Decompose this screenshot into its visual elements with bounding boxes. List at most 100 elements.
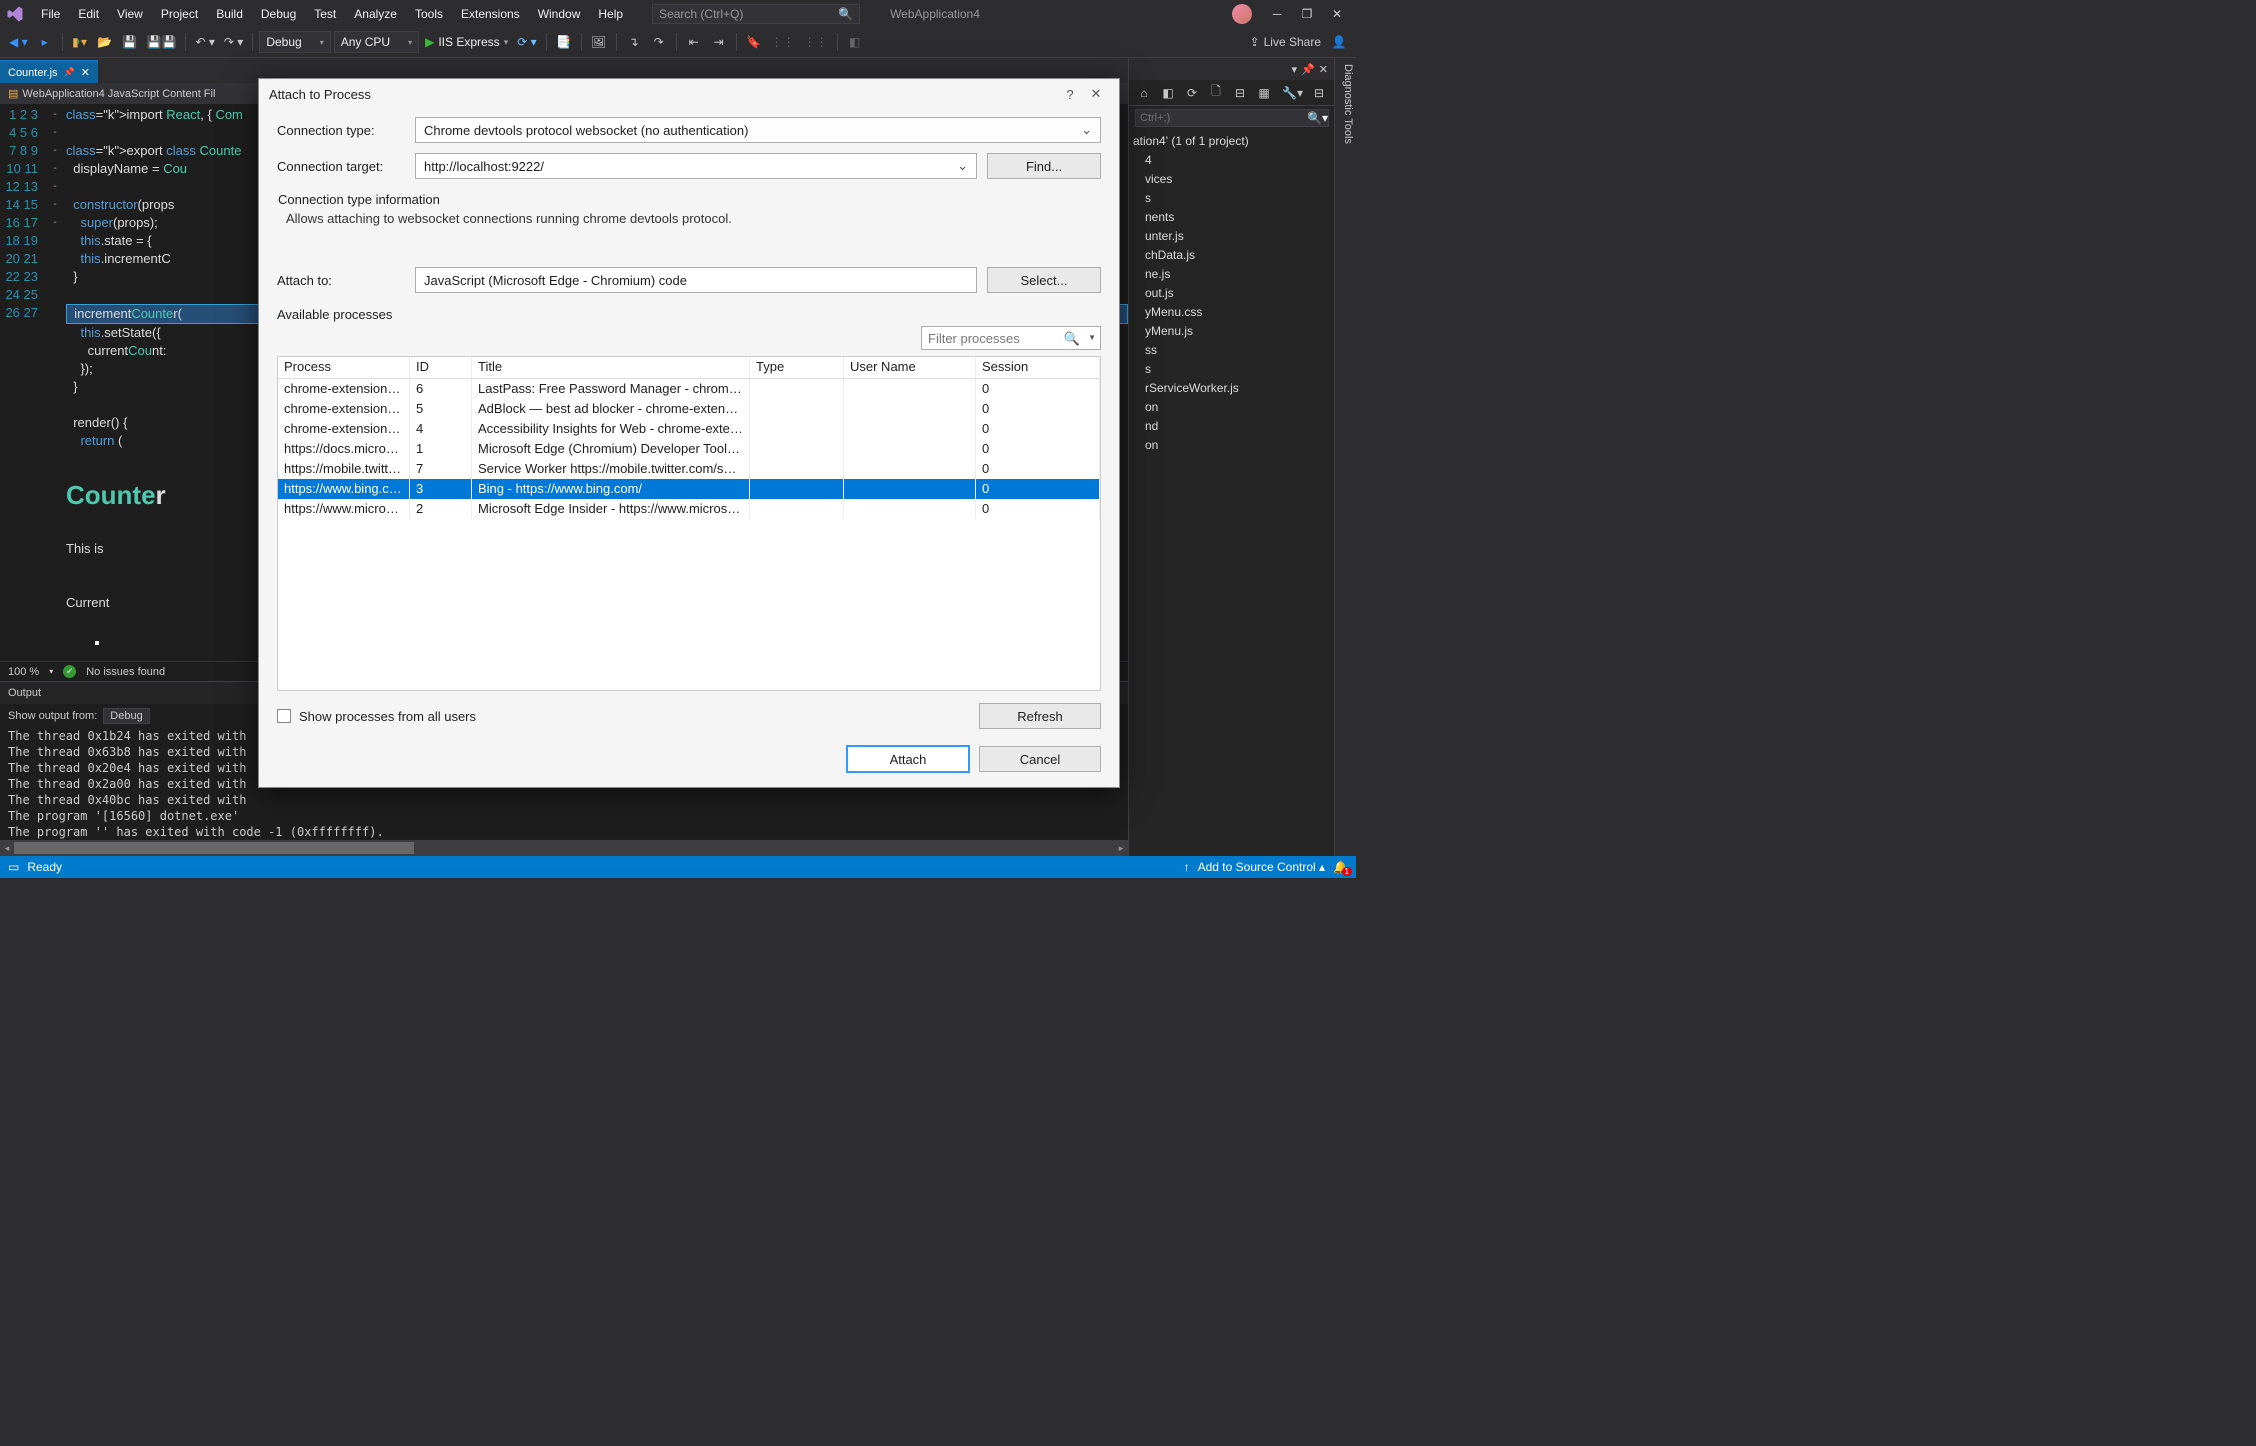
file-icon: ▤ [8, 87, 18, 100]
connection-target-input[interactable]: http://localhost:9222/ [415, 153, 977, 179]
pin-icon[interactable]: 📌 [64, 67, 75, 78]
nav-forward-button[interactable]: ▸ [34, 31, 56, 53]
se-tool-2[interactable]: 🗋 [1205, 82, 1227, 104]
col-session[interactable]: Session [976, 357, 1100, 378]
redo-button[interactable]: ↷ ▾ [221, 31, 246, 53]
start-debug-button[interactable]: ▶ IIS Express ▾ [422, 31, 511, 53]
save-all-button[interactable]: 💾💾 [144, 31, 180, 53]
status-bar: ▭ Ready ↑ Add to Source Control ▴ 🔔1 [0, 856, 1356, 878]
source-control-button[interactable]: Add to Source Control ▴ [1198, 860, 1325, 874]
save-button[interactable]: 💾 [119, 31, 141, 53]
comment-button[interactable]: ⋮⋮ [768, 31, 798, 53]
solution-explorer-toolbar: ⌂ ◧ ⟳ 🗋 ⊟ ▦ 🔧▾ ⊟ [1129, 80, 1334, 106]
connection-type-combo[interactable]: Chrome devtools protocol websocket (no a… [415, 117, 1101, 143]
se-showfiles-button[interactable]: ▦ [1253, 82, 1275, 104]
menu-extensions[interactable]: Extensions [452, 3, 529, 25]
toggle-button[interactable]: ◧ [844, 31, 866, 53]
cancel-button[interactable]: Cancel [979, 746, 1101, 772]
nav-back-button[interactable]: ◀ ▾ [6, 31, 31, 53]
zoom-level[interactable]: 100 % [8, 666, 39, 678]
filter-processes-input[interactable]: Filter processes 🔍 ▼ [921, 326, 1101, 350]
open-file-button[interactable]: 📂 [94, 31, 116, 53]
menu-test[interactable]: Test [305, 3, 345, 25]
live-share-button[interactable]: ⇪ Live Share [1247, 31, 1324, 53]
process-row[interactable]: chrome-extension://...6LastPass: Free Pa… [278, 379, 1100, 399]
se-dropdown-icon[interactable]: ▾ [1292, 63, 1298, 76]
uncomment-button[interactable]: ⋮⋮ [801, 31, 831, 53]
horizontal-scrollbar[interactable]: ◂ ▸ [0, 840, 1128, 856]
filter-dropdown-icon[interactable]: ▼ [1088, 333, 1096, 342]
bookmark-button[interactable]: 🔖 [743, 31, 765, 53]
attach-button[interactable]: Attach [847, 746, 969, 772]
col-type[interactable]: Type [750, 357, 844, 378]
tab-counter-js[interactable]: Counter.js 📌 ✕ [0, 60, 98, 83]
menu-view[interactable]: View [108, 3, 152, 25]
se-tool-1[interactable]: ◧ [1157, 82, 1179, 104]
script-debug-button[interactable]: 🖼 [588, 31, 610, 53]
process-row[interactable]: chrome-extension://...5AdBlock — best ad… [278, 399, 1100, 419]
quick-launch-search[interactable]: Search (Ctrl+Q) 🔍 [652, 4, 860, 24]
window-maximize-button[interactable]: ❐ [1292, 3, 1322, 25]
attach-to-process-dialog: Attach to Process ? ✕ Connection type: C… [258, 78, 1120, 788]
find-button[interactable]: Find... [987, 153, 1101, 179]
scroll-left-icon[interactable]: ◂ [0, 840, 14, 856]
se-pin-icon[interactable]: 📌 [1301, 63, 1315, 76]
process-row[interactable]: https://www.bing.co...3Bing - https://ww… [278, 479, 1100, 499]
process-row[interactable]: https://docs.microso...1Microsoft Edge (… [278, 439, 1100, 459]
notifications-button[interactable]: 🔔1 [1333, 860, 1348, 874]
solution-search-input[interactable] [1135, 109, 1329, 127]
process-row[interactable]: chrome-extension://...4Accessibility Ins… [278, 419, 1100, 439]
se-collapse-button[interactable]: ⊟ [1229, 82, 1251, 104]
scroll-right-icon[interactable]: ▸ [1114, 840, 1128, 856]
se-close-icon[interactable]: ✕ [1319, 63, 1328, 76]
col-process[interactable]: Process [278, 357, 410, 378]
search-placeholder: Search (Ctrl+Q) [659, 7, 743, 21]
platform-combo[interactable]: Any CPU [334, 31, 419, 53]
step-into-button[interactable]: ↴ [623, 31, 645, 53]
show-all-users-checkbox[interactable] [277, 709, 291, 723]
menu-window[interactable]: Window [529, 3, 590, 25]
user-avatar[interactable] [1232, 4, 1252, 24]
publish-icon[interactable]: ↑ [1184, 860, 1190, 874]
menu-debug[interactable]: Debug [252, 3, 305, 25]
undo-button[interactable]: ↶ ▾ [192, 31, 217, 53]
close-tab-icon[interactable]: ✕ [81, 66, 90, 79]
menu-analyze[interactable]: Analyze [345, 3, 406, 25]
menu-help[interactable]: Help [589, 3, 632, 25]
col-id[interactable]: ID [410, 357, 472, 378]
browser-link-button[interactable]: 📑 [553, 31, 575, 53]
new-project-button[interactable]: ▮+ ▾ [69, 31, 91, 53]
se-refresh-button[interactable]: ⟳ [1181, 82, 1203, 104]
se-preview-button[interactable]: ⊟ [1308, 82, 1330, 104]
window-minimize-button[interactable]: ─ [1262, 3, 1292, 25]
help-button[interactable]: ? [1057, 87, 1083, 102]
col-username[interactable]: User Name [844, 357, 976, 378]
menu-build[interactable]: Build [207, 3, 252, 25]
diagnostic-tools-tab[interactable]: Diagnostic Tools [1334, 58, 1356, 856]
window-close-button[interactable]: ✕ [1322, 3, 1352, 25]
indent-less-button[interactable]: ⇤ [683, 31, 705, 53]
process-grid[interactable]: Process ID Title Type User Name Session … [277, 356, 1101, 691]
search-icon[interactable]: 🔍▾ [1307, 111, 1328, 125]
refresh-button[interactable]: Refresh [979, 703, 1101, 729]
indent-more-button[interactable]: ⇥ [708, 31, 730, 53]
process-row[interactable]: https://mobile.twitter...7Service Worker… [278, 459, 1100, 479]
scroll-thumb[interactable] [14, 842, 414, 854]
menu-file[interactable]: File [32, 3, 69, 25]
browser-refresh-button[interactable]: ⟳ ▾ [514, 31, 539, 53]
step-over-button[interactable]: ↷ [648, 31, 670, 53]
menu-edit[interactable]: Edit [69, 3, 108, 25]
configuration-combo[interactable]: Debug [259, 31, 330, 53]
select-button[interactable]: Select... [987, 267, 1101, 293]
se-home-button[interactable]: ⌂ [1133, 82, 1155, 104]
dialog-close-button[interactable]: ✕ [1083, 86, 1109, 102]
col-title[interactable]: Title [472, 357, 750, 378]
process-row[interactable]: https://www.microso...2Microsoft Edge In… [278, 499, 1100, 519]
menu-tools[interactable]: Tools [406, 3, 452, 25]
feedback-button[interactable]: 👤 [1328, 31, 1350, 53]
menu-project[interactable]: Project [152, 3, 207, 25]
se-properties-button[interactable]: 🔧▾ [1279, 82, 1306, 104]
output-source-combo[interactable]: Debug [103, 708, 149, 724]
search-icon: 🔍 [1064, 331, 1080, 347]
attach-to-field: JavaScript (Microsoft Edge - Chromium) c… [415, 267, 977, 293]
